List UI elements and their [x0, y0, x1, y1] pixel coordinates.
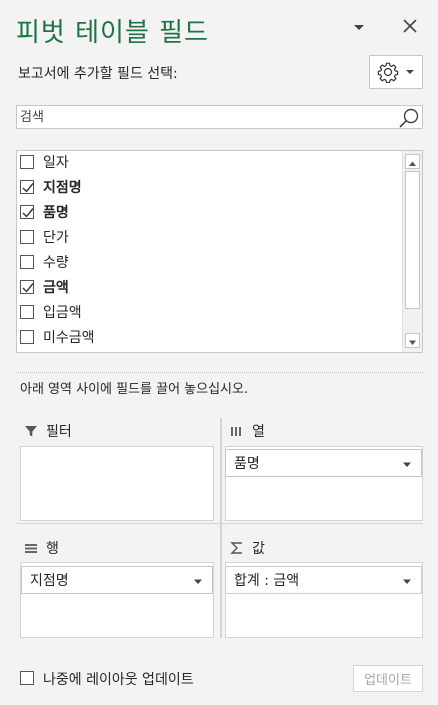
field-checkbox[interactable] — [20, 204, 34, 219]
chevron-down-icon[interactable] — [193, 578, 203, 586]
field-label: 수량 — [43, 254, 69, 271]
drag-instruction: 아래 영역 사이에 필드를 끌어 놓으십시오. — [20, 382, 249, 397]
field-label: 단가 — [43, 229, 69, 246]
field-label: 일자 — [43, 154, 69, 171]
field-item-quantity[interactable]: 수량 — [17, 249, 402, 274]
field-item-product[interactable]: 품명 — [17, 199, 402, 224]
rows-icon — [25, 544, 37, 553]
pill-label: 합계 : 금액 — [234, 573, 300, 589]
pill-label: 품명 — [234, 456, 260, 472]
field-label: 미수금액 — [43, 329, 95, 346]
rows-area-label: 행 — [46, 541, 59, 557]
filters-area-label: 필터 — [46, 424, 72, 440]
divider — [16, 372, 423, 373]
update-button[interactable]: 업데이트 — [353, 665, 423, 692]
checkmark-icon — [22, 207, 34, 218]
area-divider-vertical — [220, 418, 222, 638]
field-list-scrollbar[interactable] — [402, 151, 422, 352]
field-checkbox[interactable] — [20, 254, 34, 269]
pill-label: 지점명 — [30, 573, 69, 589]
values-area-label: 값 — [252, 541, 265, 557]
field-list: 일자 지점명 품명 단가 수량 금액 입금액 미수금액 — [16, 150, 423, 353]
columns-area-header: 열 — [230, 421, 265, 441]
field-item-amount[interactable]: 금액 — [17, 274, 402, 299]
field-item-deposit[interactable]: 입금액 — [17, 299, 402, 324]
field-label: 입금액 — [43, 304, 82, 321]
defer-update-checkbox[interactable] — [20, 671, 34, 685]
area-divider-horizontal — [16, 523, 423, 524]
pane-title: 피벗 테이블 필드 — [16, 18, 209, 48]
pane-options-dropdown[interactable] — [350, 18, 368, 36]
field-checkbox[interactable] — [20, 279, 34, 294]
triangle-up-icon — [409, 161, 416, 166]
field-item-branch[interactable]: 지점명 — [17, 174, 402, 199]
gear-icon — [377, 62, 399, 83]
field-checkbox[interactable] — [20, 179, 34, 194]
checkmark-icon — [22, 282, 34, 293]
columns-area-label: 열 — [252, 424, 265, 440]
field-item-unit-price[interactable]: 단가 — [17, 224, 402, 249]
triangle-down-icon — [354, 25, 364, 30]
columns-field-pill[interactable]: 품명 — [225, 449, 422, 477]
tools-button[interactable] — [369, 55, 423, 89]
close-icon — [403, 19, 417, 33]
close-button[interactable] — [399, 15, 421, 37]
field-label: 지점명 — [43, 179, 82, 196]
field-search-box[interactable] — [16, 105, 423, 129]
rows-area-header: 행 — [24, 538, 59, 558]
checkmark-icon — [22, 182, 34, 193]
field-checkbox[interactable] — [20, 154, 34, 169]
scrollbar-thumb[interactable] — [405, 171, 420, 309]
search-input[interactable] — [17, 106, 397, 128]
search-icon[interactable] — [398, 107, 420, 129]
field-item-date[interactable]: 일자 — [17, 151, 402, 174]
field-checkbox[interactable] — [20, 304, 34, 319]
defer-update-label[interactable]: 나중에 레이아웃 업데이트 — [43, 669, 194, 689]
field-checkbox[interactable] — [20, 329, 34, 344]
choose-fields-label: 보고서에 추가할 필드 선택: — [18, 66, 178, 82]
filter-icon — [25, 426, 37, 437]
values-area-header: 값 — [230, 538, 265, 558]
filters-area-header: 필터 — [24, 421, 72, 441]
chevron-down-icon[interactable] — [402, 578, 412, 586]
scroll-down-button[interactable] — [405, 333, 420, 348]
values-field-pill[interactable]: 합계 : 금액 — [225, 566, 422, 594]
field-label: 금액 — [43, 279, 69, 296]
field-label: 품명 — [43, 204, 69, 221]
scroll-up-button[interactable] — [405, 154, 420, 169]
field-checkbox[interactable] — [20, 229, 34, 244]
chevron-down-icon — [406, 70, 414, 74]
triangle-down-icon — [409, 340, 416, 345]
columns-icon — [231, 427, 241, 436]
chevron-down-icon[interactable] — [402, 461, 412, 469]
field-item-outstanding[interactable]: 미수금액 — [17, 324, 402, 349]
filters-drop-zone[interactable] — [20, 446, 214, 521]
rows-field-pill[interactable]: 지점명 — [21, 566, 213, 594]
sigma-icon — [230, 542, 242, 554]
